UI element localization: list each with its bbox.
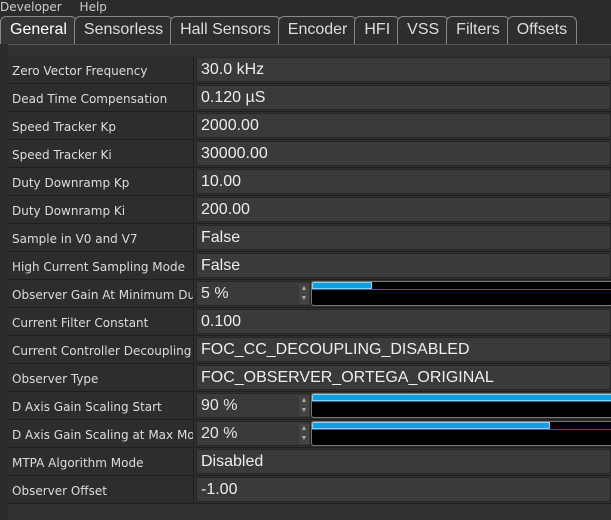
parameter-row: D Axis Gain Scaling at Max Mod 20 % ▲ ▼ (8, 420, 611, 448)
tab-filters[interactable]: Filters (446, 16, 510, 44)
tab-bar: General Sensorless Hall Sensors Encoder HFI V… (0, 16, 578, 44)
percent-spinbox[interactable]: 20 % ▲ ▼ (196, 421, 311, 446)
value-input[interactable]: 200.00 (196, 197, 611, 222)
parameter-label: Sample in V0 and V7 (8, 224, 194, 251)
percent-slider-bar[interactable] (311, 421, 611, 446)
value-input[interactable]: 0.100 (196, 309, 611, 334)
slider-fill (312, 422, 550, 429)
tab-encoder[interactable]: Encoder (277, 16, 358, 44)
parameter-row: Dead Time Compensation 0.120 µS (8, 84, 611, 112)
parameter-row: D Axis Gain Scaling Start 90 % ▲ ▼ (8, 392, 611, 420)
parameter-label: Duty Downramp Kp (8, 168, 194, 195)
dropdown-select[interactable]: FOC_OBSERVER_ORTEGA_ORIGINAL (196, 365, 611, 390)
slider-fill (312, 394, 611, 401)
parameter-value-cell: FOC_OBSERVER_ORTEGA_ORIGINAL (194, 364, 611, 391)
parameter-label: Observer Gain At Minimum Duty (8, 280, 194, 307)
parameter-value-cell: 5 % ▲ ▼ (194, 280, 611, 307)
parameter-row: Current Controller Decoupling FOC_CC_DECO… (8, 336, 611, 364)
parameter-label: Current Controller Decoupling (8, 336, 194, 363)
parameter-label: Current Filter Constant (8, 308, 194, 335)
parameter-label: Dead Time Compensation (8, 84, 194, 111)
parameter-label: D Axis Gain Scaling at Max Mod (8, 420, 194, 447)
value-input[interactable]: 10.00 (196, 169, 611, 194)
parameter-label: MTPA Algorithm Mode (8, 448, 194, 475)
slider-track (312, 289, 611, 290)
tab-hfi[interactable]: HFI (354, 16, 401, 44)
dropdown-select[interactable]: Disabled (196, 449, 611, 474)
parameter-table: Zero Vector Frequency 30.0 kHz Dead Time C… (8, 56, 611, 504)
parameter-row: Duty Downramp Ki 200.00 (8, 196, 611, 224)
value-input[interactable]: 0.120 µS (196, 85, 611, 110)
parameter-value-cell: 10.00 (194, 168, 611, 195)
parameter-row: Observer Gain At Minimum Duty 5 % ▲ ▼ (8, 280, 611, 308)
dropdown-select[interactable]: False (196, 253, 611, 278)
spinbox-value: 90 % (201, 397, 238, 414)
parameter-value-cell: 200.00 (194, 196, 611, 223)
parameter-label: D Axis Gain Scaling Start (8, 392, 194, 419)
spin-arrows-icon[interactable]: ▲ ▼ (299, 284, 309, 304)
dropdown-select[interactable]: False (196, 225, 611, 250)
parameter-label: Observer Offset (8, 476, 194, 503)
spinbox-value: 5 % (201, 285, 229, 302)
parameter-value-cell: -1.00 (194, 476, 611, 503)
tab-offsets[interactable]: Offsets (506, 16, 578, 44)
parameter-value-cell: FOC_CC_DECOUPLING_DISABLED (194, 336, 611, 363)
percent-slider-bar[interactable] (311, 393, 611, 418)
parameter-label: Zero Vector Frequency (8, 56, 194, 83)
parameter-row: Duty Downramp Kp 10.00 (8, 168, 611, 196)
parameter-value-cell: 0.120 µS (194, 84, 611, 111)
parameter-label: High Current Sampling Mode (8, 252, 194, 279)
parameter-value-cell: Disabled (194, 448, 611, 475)
tab-hall-sensors[interactable]: Hall Sensors (170, 16, 281, 44)
value-input[interactable]: -1.00 (196, 477, 611, 502)
tab-vss[interactable]: VSS (397, 16, 450, 44)
parameter-label: Speed Tracker Ki (8, 140, 194, 167)
menu-help[interactable]: Help (80, 0, 107, 14)
parameter-label: Speed Tracker Kp (8, 112, 194, 139)
parameter-label: Duty Downramp Ki (8, 196, 194, 223)
percent-slider-bar[interactable] (311, 281, 611, 306)
panel-margin (0, 44, 8, 520)
spin-arrows-icon[interactable]: ▲ ▼ (299, 424, 309, 444)
percent-spinbox[interactable]: 5 % ▲ ▼ (196, 281, 311, 306)
parameter-row: Current Filter Constant 0.100 (8, 308, 611, 336)
parameter-value-cell: 90 % ▲ ▼ (194, 392, 611, 419)
parameter-row: Speed Tracker Kp 2000.00 (8, 112, 611, 140)
parameter-row: Observer Offset -1.00 (8, 476, 611, 504)
spinbox-value: 20 % (201, 425, 238, 442)
parameter-value-cell: False (194, 252, 611, 279)
slider-track (312, 429, 611, 430)
parameter-row: Sample in V0 and V7 False (8, 224, 611, 252)
parameter-row: Zero Vector Frequency 30.0 kHz (8, 56, 611, 84)
menu-bar: Developer Help (0, 0, 121, 15)
dropdown-select[interactable]: FOC_CC_DECOUPLING_DISABLED (196, 337, 611, 362)
parameter-value-cell: 2000.00 (194, 112, 611, 139)
value-input[interactable]: 30.0 kHz (196, 57, 611, 82)
parameter-value-cell: False (194, 224, 611, 251)
tab-sensorless[interactable]: Sensorless (73, 16, 174, 44)
parameter-row: High Current Sampling Mode False (8, 252, 611, 280)
parameter-row: Observer Type FOC_OBSERVER_ORTEGA_ORIGINA… (8, 364, 611, 392)
percent-spinbox[interactable]: 90 % ▲ ▼ (196, 393, 311, 418)
slider-fill (312, 282, 372, 289)
value-input[interactable]: 2000.00 (196, 113, 611, 138)
parameter-value-cell: 30000.00 (194, 140, 611, 167)
menu-developer[interactable]: Developer (0, 0, 62, 14)
parameter-value-cell: 20 % ▲ ▼ (194, 420, 611, 447)
parameter-value-cell: 0.100 (194, 308, 611, 335)
parameter-label: Observer Type (8, 364, 194, 391)
tab-general[interactable]: General (0, 16, 77, 44)
parameter-value-cell: 30.0 kHz (194, 56, 611, 83)
parameter-row: MTPA Algorithm Mode Disabled (8, 448, 611, 476)
slider-track (312, 401, 611, 402)
value-input[interactable]: 30000.00 (196, 141, 611, 166)
parameter-row: Speed Tracker Ki 30000.00 (8, 140, 611, 168)
spin-arrows-icon[interactable]: ▲ ▼ (299, 396, 309, 416)
